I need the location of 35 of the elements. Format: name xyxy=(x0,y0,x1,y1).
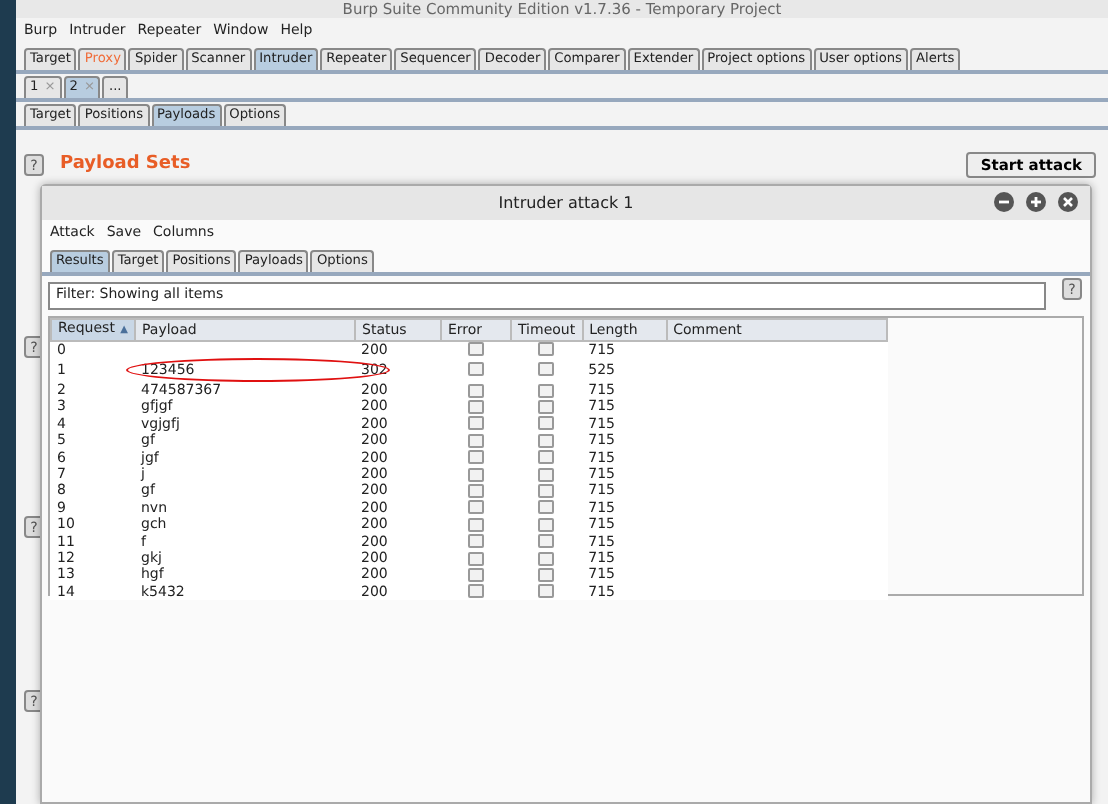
maximize-icon[interactable] xyxy=(1026,192,1046,212)
checkbox[interactable] xyxy=(468,433,484,448)
checkbox[interactable] xyxy=(468,399,484,414)
checkbox[interactable] xyxy=(538,517,555,532)
dialog-title: Intruder attack 1 xyxy=(498,194,634,212)
checkbox[interactable] xyxy=(538,551,555,565)
checkbox[interactable] xyxy=(538,567,555,582)
checkbox[interactable] xyxy=(538,399,555,414)
checkbox[interactable] xyxy=(468,483,484,498)
checkbox[interactable] xyxy=(468,467,484,482)
checkbox[interactable] xyxy=(468,383,484,398)
checkbox[interactable] xyxy=(538,342,555,357)
checkbox[interactable] xyxy=(468,584,484,599)
checkbox[interactable] xyxy=(468,416,484,431)
checkbox[interactable] xyxy=(538,383,555,398)
checkbox[interactable] xyxy=(468,551,484,565)
checkbox[interactable] xyxy=(538,467,555,482)
minimize-icon[interactable] xyxy=(994,192,1014,212)
checkbox[interactable] xyxy=(538,450,555,465)
checkbox[interactable] xyxy=(468,450,484,465)
checkbox[interactable] xyxy=(538,433,555,448)
checkbox[interactable] xyxy=(538,584,555,599)
checkbox[interactable] xyxy=(538,500,555,515)
checkbox[interactable] xyxy=(468,500,484,515)
checkbox[interactable] xyxy=(468,362,484,377)
checkbox[interactable] xyxy=(538,362,555,377)
checkbox[interactable] xyxy=(538,534,555,549)
checkbox[interactable] xyxy=(468,342,484,357)
close-icon[interactable] xyxy=(1058,192,1078,212)
checkbox[interactable] xyxy=(468,517,484,532)
checkbox[interactable] xyxy=(538,483,555,498)
checkbox[interactable] xyxy=(468,534,484,549)
section-heading: Payload Sets xyxy=(60,154,191,176)
checkbox[interactable] xyxy=(468,567,484,582)
checkbox[interactable] xyxy=(538,416,555,431)
